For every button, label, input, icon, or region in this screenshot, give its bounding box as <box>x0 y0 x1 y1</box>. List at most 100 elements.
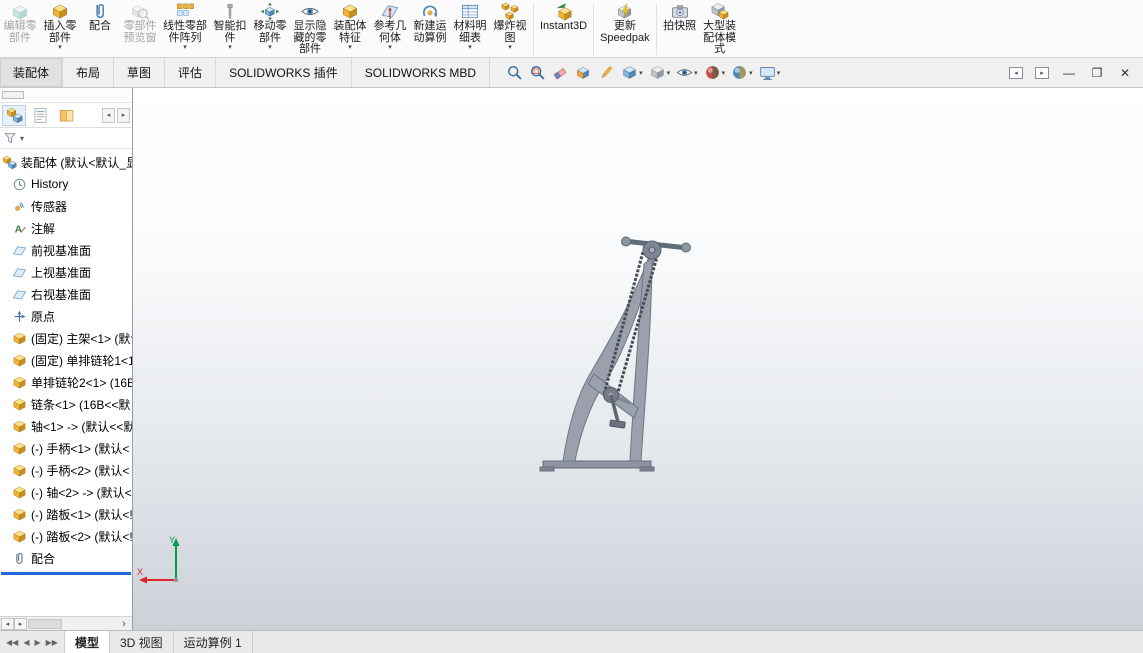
tree-item-16[interactable]: (-) 踏板<1> (默认<! <box>0 503 132 525</box>
dropdown-caret-icon: ▾ <box>776 69 781 77</box>
zoom-fit-button[interactable] <box>506 64 523 81</box>
view-orientation-button[interactable]: ▾ <box>621 64 643 81</box>
toggle-pane-right-button[interactable]: ▸ <box>1035 66 1049 79</box>
view-toolbar: ▾ ▾ ▾ ▾ ▾ ▾ <box>506 58 780 87</box>
tree-item-14[interactable]: (-) 手柄<2> (默认< <box>0 459 132 481</box>
tree-item-0[interactable]: 装配体 (默认<默认_显示 <box>0 151 132 173</box>
bottom-nav-button-3[interactable]: ▶▶ <box>44 638 60 647</box>
smart-fasteners-icon <box>220 2 240 21</box>
command-tab-layout[interactable]: 布局 <box>63 58 115 87</box>
hide-show-items-icon <box>676 64 693 81</box>
panel-tab-scroll-left[interactable]: ◂ <box>102 107 115 123</box>
scroll-left-button[interactable]: ◂ <box>1 617 14 630</box>
ribbon-button-exploded-view[interactable]: 爆炸视 图 ▾ <box>490 2 530 51</box>
tree-item-12[interactable]: 轴<1> -> (默认<<默 <box>0 415 132 437</box>
view-settings-icon <box>759 64 776 81</box>
edit-appearance-button[interactable]: ▾ <box>704 64 725 81</box>
tree-item-17[interactable]: (-) 踏板<2> (默认<! <box>0 525 132 547</box>
ribbon-button-new-motion-study[interactable]: 新建运 动算例 <box>410 2 450 44</box>
tree-item-13[interactable]: (-) 手柄<1> (默认< <box>0 437 132 459</box>
tree-item-5[interactable]: 上视基准面 <box>0 261 132 283</box>
ribbon-button-update-speedpak[interactable]: 更新 Speedpak <box>597 2 653 44</box>
tree-item-9[interactable]: (固定) 单排链轮1<1< <box>0 349 132 371</box>
featuremanager-tab[interactable] <box>2 104 26 126</box>
panel-horizontal-scrollbar[interactable]: ◂ ▸ › <box>0 616 132 630</box>
bottom-nav-button-1[interactable]: ◀ <box>21 638 31 647</box>
window-controls: ◂ ▸ — ❐ ✕ <box>1009 58 1143 87</box>
restore-button[interactable]: ❐ <box>1089 66 1105 80</box>
tree-item-6[interactable]: 右视基准面 <box>0 283 132 305</box>
tree-item-label: 链条<1> (16B<<默 <box>31 397 131 412</box>
bottom-tab-3d-view[interactable]: 3D 视图 <box>110 631 174 653</box>
ribbon-button-move-component[interactable]: 移动零 部件 ▾ <box>250 2 290 51</box>
ribbon-button-large-assembly-mode[interactable]: 大型装 配体模 式 <box>700 2 740 56</box>
ribbon-button-assembly-features[interactable]: 装配体 特征 ▾ <box>330 2 370 51</box>
ribbon-button-edit-component[interactable]: 编辑零 部件 <box>0 2 40 44</box>
solidworks-window: 编辑零 部件 插入零 部件 ▾ 配合 零部件 预览窗 线性零部 件阵列 ▾ 智能扣 件 ▾ 移动零… <box>0 0 1143 653</box>
ribbon-button-label: 插入零 部件 <box>43 20 77 44</box>
tree-item-11[interactable]: 链条<1> (16B<<默 <box>0 393 132 415</box>
toggle-pane-left-button[interactable]: ◂ <box>1009 66 1023 79</box>
ribbon-button-mate[interactable]: 配合 <box>80 2 120 33</box>
tree-item-4[interactable]: 前视基准面 <box>0 239 132 261</box>
edit-component-icon <box>10 2 30 21</box>
bottom-tab-motion-study-1[interactable]: 运动算例 1 <box>174 631 253 653</box>
bottom-nav-button-0[interactable]: ◀◀ <box>4 638 20 647</box>
tree-item-18[interactable]: 配合 <box>0 547 132 569</box>
tree-item-3[interactable]: A 注解 <box>0 217 132 239</box>
command-tab-assembly[interactable]: 装配体 <box>0 58 64 87</box>
propertymanager-tab[interactable] <box>28 105 52 126</box>
graphics-area[interactable]: Y X <box>133 88 1143 630</box>
tree-item-2[interactable]: 传感器 <box>0 195 132 217</box>
tree-filter[interactable]: ▾ <box>0 128 132 149</box>
section-view-button[interactable] <box>575 64 592 81</box>
close-button[interactable]: ✕ <box>1117 66 1133 80</box>
view-orientation-icon <box>621 64 638 81</box>
command-tab-sketch[interactable]: 草图 <box>114 58 166 87</box>
ribbon-button-show-hidden-components[interactable]: 显示隐 藏的零 部件▾ <box>290 2 330 57</box>
panel-flyout-chevron[interactable]: › <box>117 618 131 630</box>
ribbon-button-take-snapshot[interactable]: 拍快照 <box>660 2 700 33</box>
apply-scene-button[interactable]: ▾ <box>731 64 753 81</box>
ribbon-button-insert-component[interactable]: 插入零 部件 ▾ <box>40 2 80 51</box>
zoom-area-icon <box>529 64 546 81</box>
bottom-nav-button-2[interactable]: ▶ <box>32 638 42 647</box>
scrollbar-thumb[interactable] <box>28 618 62 629</box>
tree-item-label: 上视基准面 <box>31 265 92 280</box>
ribbon-button-smart-fasteners[interactable]: 智能扣 件 ▾ <box>210 2 250 51</box>
command-tab-addins[interactable]: SOLIDWORKS 插件 <box>216 58 352 87</box>
zoom-area-button[interactable] <box>529 64 546 81</box>
bottom-tab-model[interactable]: 模型 <box>64 631 110 653</box>
assembly-model[interactable] <box>538 228 703 483</box>
tree-item-10[interactable]: 单排链轮2<1> (16B <box>0 371 132 393</box>
panel-grip[interactable] <box>2 91 24 99</box>
ribbon-button-reference-geometry[interactable]: 参考几 何体 ▾ <box>370 2 410 51</box>
command-tab-evaluate[interactable]: 评估 <box>165 58 217 87</box>
panel-tab-scroll-right[interactable]: ▸ <box>117 107 130 123</box>
minimize-button[interactable]: — <box>1061 66 1077 80</box>
annotation-view-button[interactable] <box>598 64 615 81</box>
tree-item-label: 右视基准面 <box>31 287 92 302</box>
previous-view-button[interactable] <box>552 64 569 81</box>
rollback-bar[interactable] <box>1 572 131 575</box>
command-tabs: 装配体 布局 草图 评估 SOLIDWORKS 插件 SOLIDWORKS MBD <box>0 58 491 87</box>
update-speedpak-icon <box>615 2 635 21</box>
tree-item-7[interactable]: 原点 <box>0 305 132 327</box>
ribbon-button-linear-component-pattern[interactable]: 线性零部 件阵列 ▾ <box>160 2 210 51</box>
tree-item-label: 原点 <box>31 309 56 324</box>
ribbon-button-label: 参考几 何体 <box>373 20 407 44</box>
tree-item-15[interactable]: (-) 轴<2> -> (默认< <box>0 481 132 503</box>
tree-item-8[interactable]: (固定) 主架<1> (默认 <box>0 327 132 349</box>
hide-show-items-button[interactable]: ▾ <box>676 64 698 81</box>
view-settings-button[interactable]: ▾ <box>759 64 781 81</box>
command-tab-mbd[interactable]: SOLIDWORKS MBD <box>351 58 491 87</box>
model-frame <box>562 253 656 462</box>
ribbon-button-component-preview[interactable]: 零部件 预览窗 <box>120 2 160 44</box>
scroll-right-button[interactable]: ▸ <box>14 617 27 630</box>
configurationmanager-tab[interactable] <box>54 105 78 126</box>
tree-item-1[interactable]: History <box>0 173 132 195</box>
ribbon-button-instant3d[interactable]: Instant3D <box>537 2 590 33</box>
display-style-button[interactable]: ▾ <box>649 64 670 81</box>
linear-component-pattern-icon <box>175 2 195 21</box>
ribbon-button-bill-of-materials[interactable]: 材料明 细表 ▾ <box>450 2 490 51</box>
